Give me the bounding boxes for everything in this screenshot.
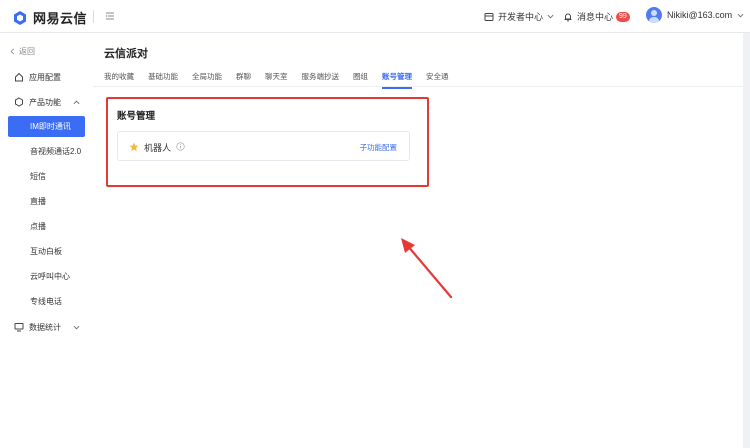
message-center[interactable]: 消息中心 99 [563, 10, 630, 23]
header-divider [93, 10, 94, 23]
chevron-down-icon [737, 13, 744, 17]
hexagon-icon [15, 97, 23, 107]
back-link[interactable]: 返回 [9, 46, 35, 57]
message-center-label: 消息中心 [577, 12, 614, 22]
sidebar-subitem-whiteboard[interactable]: 互动白板 [8, 241, 85, 262]
developer-center-label: 开发者中心 [498, 12, 544, 22]
tabs-divider [93, 86, 743, 87]
top-bar: 网易云信 开发者中心 消息中心 99 Nikiki@163.com [0, 0, 750, 33]
sidebar-subitem-label: 直播 [30, 197, 46, 206]
message-count-badge: 99 [616, 11, 630, 22]
brand-logo[interactable]: 网易云信 [12, 8, 87, 27]
sidebar: 返回 应用配置 产品功能 IM即时通讯 音视频通话2.0 短信 直播 点播 互动… [0, 33, 93, 448]
netease-yunxin-logo-icon [14, 10, 26, 25]
avatar [646, 7, 662, 23]
sidebar-item-product-features[interactable]: 产品功能 [0, 91, 93, 113]
sidebar-subitem-live[interactable]: 直播 [8, 191, 85, 212]
brand-name: 网易云信 [33, 11, 88, 26]
sidebar-item-data-stats[interactable]: 数据统计 [0, 316, 93, 338]
developer-center-menu[interactable]: 开发者中心 [484, 10, 554, 23]
chevron-left-icon [10, 48, 15, 55]
sidebar-subitem-label: 互动白板 [30, 247, 62, 256]
sidebar-item-label: 应用配置 [29, 72, 61, 82]
sidebar-subitem-sms[interactable]: 短信 [8, 166, 85, 187]
chevron-down-icon [73, 325, 80, 329]
user-menu[interactable]: Nikiki@163.com [646, 7, 744, 23]
chevron-up-icon [73, 100, 80, 104]
main-content: 云信派对 我的收藏 基础功能 全局功能 群聊 聊天室 服务端抄送 圈组 账号管理… [93, 33, 750, 448]
home-icon [15, 72, 23, 82]
sidebar-subitem-dedicated-line[interactable]: 专线电话 [8, 291, 85, 312]
sidebar-item-app-config[interactable]: 应用配置 [0, 66, 93, 88]
monitor-icon [14, 323, 24, 332]
user-email: Nikiki@163.com [667, 10, 733, 20]
bell-icon [564, 13, 572, 22]
highlight-box [106, 97, 429, 187]
sidebar-subitem-call-center[interactable]: 云呼叫中心 [8, 266, 85, 287]
sidebar-subitem-av-call[interactable]: 音视频通话2.0 [8, 141, 85, 162]
content-panel: 云信派对 我的收藏 基础功能 全局功能 群聊 聊天室 服务端抄送 圈组 账号管理… [93, 33, 743, 448]
sidebar-item-label: 数据统计 [29, 322, 61, 332]
sidebar-subitem-im[interactable]: IM即时通讯 [8, 116, 85, 137]
sidebar-subitem-label: 云呼叫中心 [30, 272, 70, 281]
sidebar-subitem-label: 点播 [30, 222, 46, 231]
sidebar-subitem-vod[interactable]: 点播 [8, 216, 85, 237]
back-label: 返回 [19, 47, 35, 56]
sidebar-subitem-label: 短信 [30, 172, 46, 181]
sidebar-item-label: 产品功能 [29, 97, 61, 107]
annotation-arrow-icon [401, 238, 453, 299]
developer-center-icon [484, 12, 494, 21]
sidebar-subitem-label: 专线电话 [30, 297, 62, 306]
menu-collapse-icon[interactable] [103, 9, 117, 23]
sidebar-subitem-label: IM即时通讯 [30, 122, 71, 131]
page-title: 云信派对 [104, 48, 148, 60]
chevron-down-icon [547, 14, 554, 19]
sidebar-subitem-label: 音视频通话2.0 [30, 147, 82, 156]
